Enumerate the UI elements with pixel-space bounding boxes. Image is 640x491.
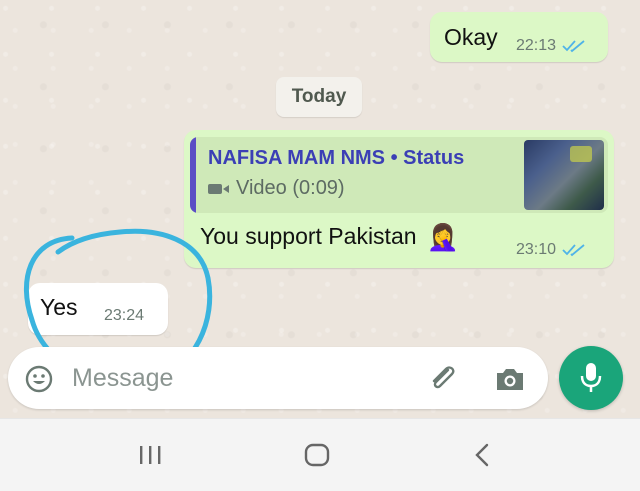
message-composer	[8, 347, 548, 409]
message-text-content: You support Pakistan	[200, 223, 417, 249]
message-time: 23:24	[104, 307, 145, 324]
home-icon	[304, 443, 330, 467]
quote-media-label: Video (0:09)	[208, 177, 345, 200]
mic-icon	[580, 363, 602, 392]
message-meta: 23:10	[516, 241, 586, 259]
message-text: Yes	[40, 294, 78, 320]
message-input[interactable]	[72, 357, 412, 399]
message-text: You support Pakistan 🤦‍♀️	[200, 223, 459, 250]
back-button[interactable]	[462, 439, 502, 471]
message-time: 22:13	[516, 37, 557, 54]
paperclip-icon[interactable]	[426, 362, 460, 396]
double-check-icon	[562, 244, 585, 257]
video-camera-icon	[208, 183, 229, 194]
date-divider: Today	[276, 77, 362, 117]
video-duration: Video (0:09)	[236, 177, 345, 199]
message-meta: 23:24	[104, 307, 144, 325]
recent-apps-button[interactable]	[130, 439, 170, 471]
quoted-status[interactable]: NAFISA MAM NMS • Status Video (0:09)	[190, 137, 608, 213]
double-check-icon	[562, 40, 585, 53]
message-time: 23:10	[516, 241, 557, 258]
message-meta: 22:13	[516, 37, 586, 55]
home-button[interactable]	[297, 439, 337, 471]
emoji-icon[interactable]	[24, 364, 54, 394]
facepalm-emoji: 🤦‍♀️	[426, 221, 459, 252]
recent-apps-icon	[140, 446, 161, 464]
quote-title: NAFISA MAM NMS • Status	[208, 147, 465, 169]
message-text: Okay	[444, 24, 498, 50]
outgoing-message-status-reply[interactable]: NAFISA MAM NMS • Status Video (0:09) You…	[184, 130, 614, 268]
incoming-message-yes[interactable]: Yes 23:24	[28, 283, 168, 335]
status-video-thumbnail[interactable]	[524, 140, 604, 210]
system-navigation-bar	[0, 418, 640, 491]
camera-icon[interactable]	[494, 364, 526, 394]
voice-record-button[interactable]	[559, 346, 623, 410]
quote-accent-bar	[190, 137, 196, 213]
outgoing-message-okay[interactable]: Okay 22:13	[430, 12, 608, 62]
back-chevron-icon	[475, 443, 489, 467]
